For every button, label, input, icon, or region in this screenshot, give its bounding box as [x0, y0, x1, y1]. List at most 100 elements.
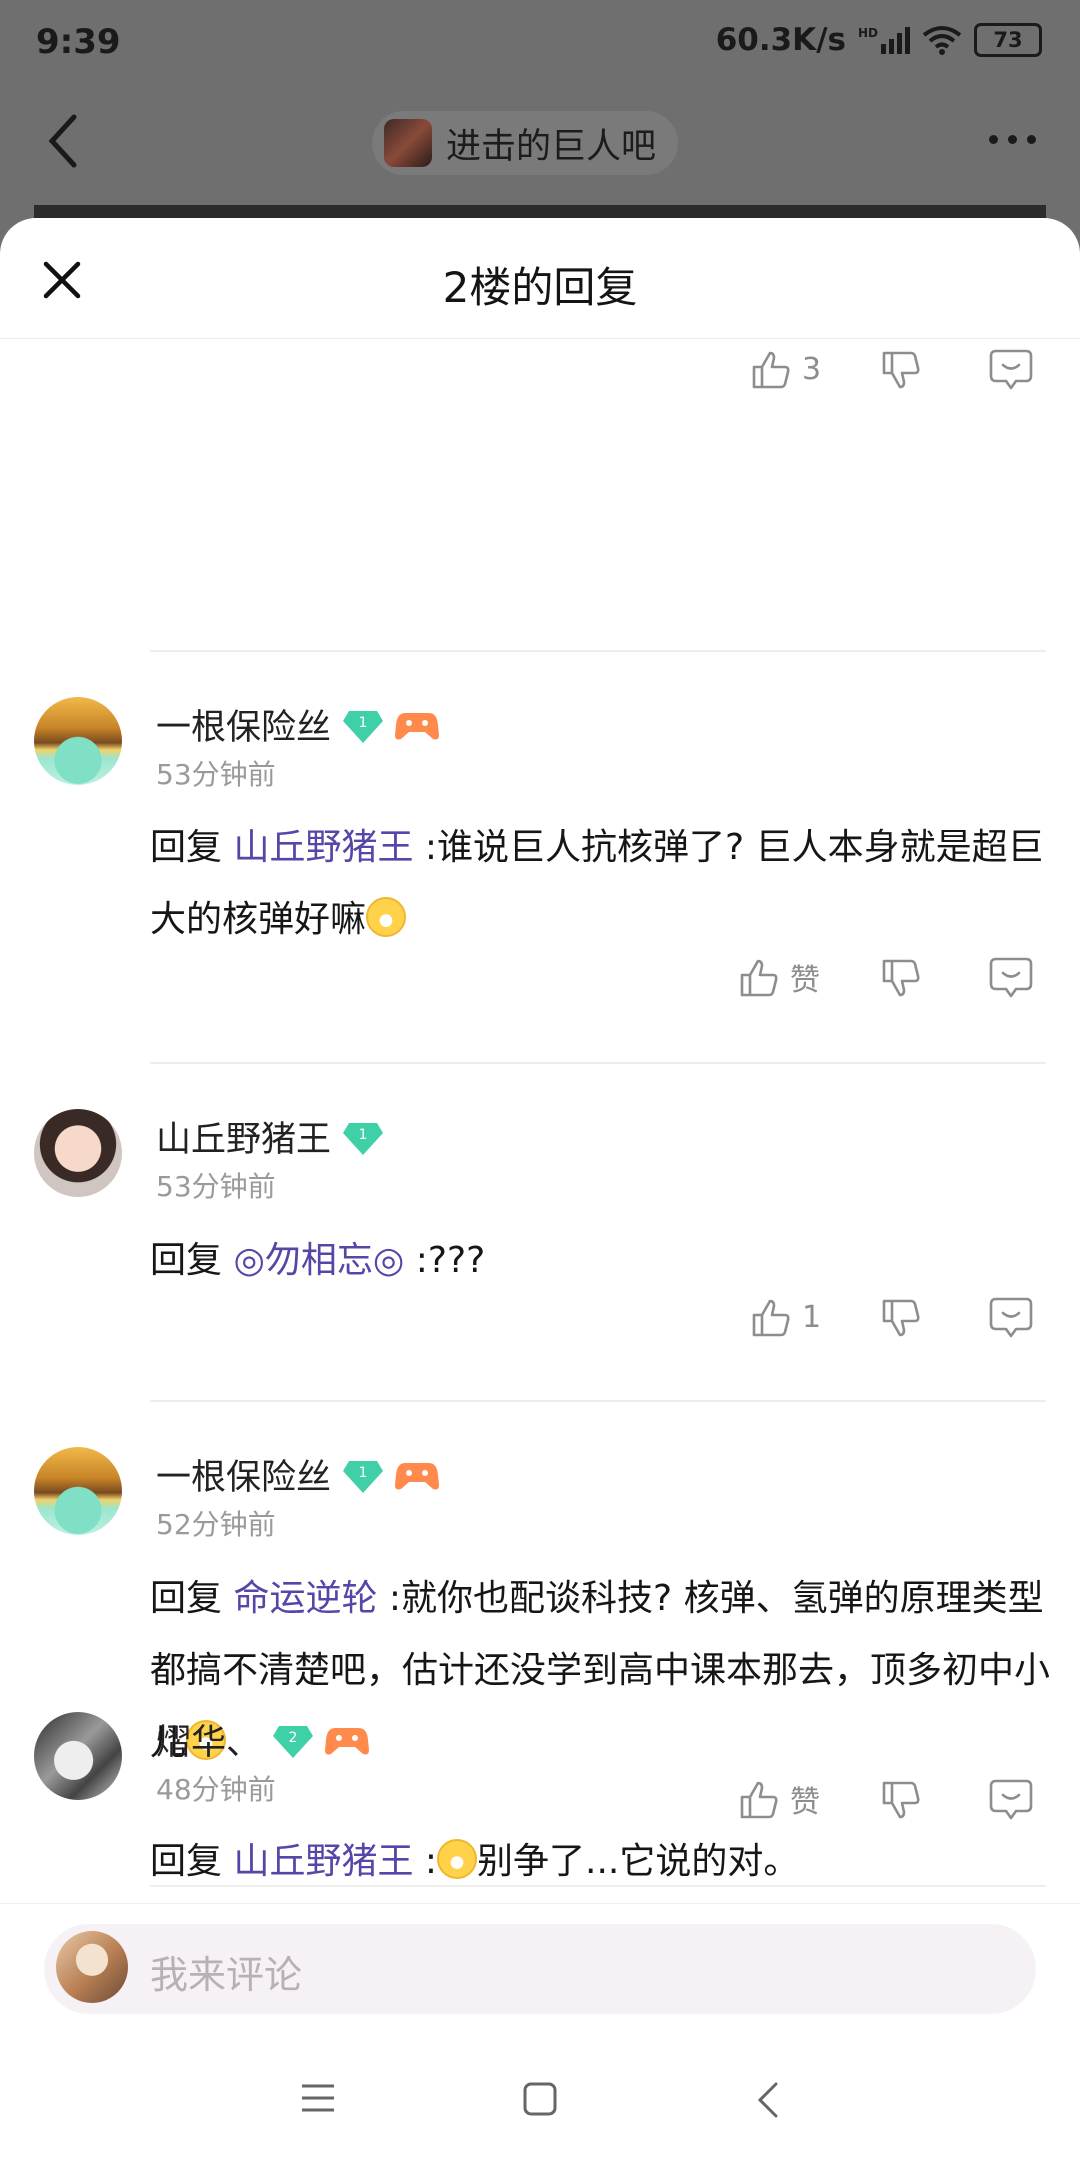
- avatar[interactable]: [34, 1712, 122, 1800]
- reply-prefix: 回复: [150, 827, 234, 868]
- more-icon[interactable]: [989, 135, 1036, 144]
- level-number: 1: [359, 1465, 368, 1481]
- gamepad-icon: [325, 1727, 370, 1754]
- back-nav-icon[interactable]: [756, 2082, 780, 2118]
- like-button[interactable]: 1: [750, 1295, 821, 1339]
- thumbs-up-icon: [740, 959, 778, 997]
- smile-emoji-icon: [437, 1839, 478, 1879]
- status-time: 9:39: [36, 22, 121, 62]
- comment-text: :???: [404, 1240, 486, 1281]
- comment-body: 回复 山丘野猪王 : 别争了...它说的对。: [150, 1839, 800, 1882]
- gamepad-icon: [395, 1462, 440, 1489]
- thumbs-down-icon: [882, 1781, 920, 1819]
- level-badge-icon: 1: [343, 1122, 384, 1155]
- comment-input-bar: 我来评论: [0, 1903, 1080, 2026]
- reply-prefix: 回复: [150, 1578, 234, 1619]
- like-button[interactable]: 赞: [738, 955, 820, 999]
- reply-button[interactable]: [988, 955, 1034, 999]
- forum-avatar: [384, 119, 432, 167]
- comment-time: 52分钟前: [156, 1508, 276, 1541]
- my-avatar: [56, 1931, 128, 2003]
- comment-text: 别争了...它说的对。: [477, 1841, 800, 1882]
- thumbs-down-icon: [882, 351, 920, 389]
- comment-actions: 1: [0, 1295, 1080, 1355]
- network-speed: 60.3K/s: [715, 22, 846, 58]
- thumbs-up-icon: [740, 1781, 778, 1819]
- reply-button[interactable]: [988, 347, 1034, 391]
- comment-time: 53分钟前: [156, 1170, 276, 1203]
- comment-time: 53分钟前: [156, 758, 276, 791]
- like-count: 3: [802, 351, 822, 387]
- level-badge-icon: 1: [343, 1460, 384, 1493]
- status-indicators: 60.3K/s HD 73: [716, 22, 1042, 58]
- like-count: 1: [802, 1299, 822, 1335]
- menu-icon[interactable]: [300, 2082, 336, 2114]
- comment-actions: 3: [0, 347, 1080, 407]
- username[interactable]: 一根保险丝: [156, 699, 331, 750]
- comment-author: 一根保险丝 1: [156, 699, 440, 750]
- like-label: 赞: [790, 1785, 820, 1820]
- system-nav-bar: [0, 2026, 1080, 2158]
- divider: [150, 1062, 1046, 1064]
- comment-body: 回复 山丘野猪王 :谁说巨人抗核弹了? 巨人本身就是超巨大的核弹好嘛: [150, 812, 1050, 956]
- signal-icon: HD: [858, 26, 910, 54]
- level-number: 2: [289, 1730, 298, 1746]
- divider: [150, 650, 1046, 652]
- avatar[interactable]: [34, 1447, 122, 1535]
- username[interactable]: 熠华、: [156, 1714, 261, 1765]
- forum-pill[interactable]: 进击的巨人吧: [372, 111, 679, 175]
- comment-author: 山丘野猪王 1: [156, 1111, 384, 1162]
- top-nav: 进击的巨人吧: [0, 105, 1080, 185]
- comment-icon: [989, 349, 1033, 390]
- avatar[interactable]: [34, 697, 122, 785]
- reply-prefix: 回复: [150, 1841, 234, 1882]
- battery-icon: 73: [974, 23, 1042, 57]
- comment-icon: [989, 1779, 1033, 1820]
- comment-author: 一根保险丝 1: [156, 1449, 440, 1500]
- thumbs-up-icon: [752, 1299, 790, 1337]
- like-label: 赞: [790, 963, 820, 998]
- reply-button[interactable]: [988, 1777, 1034, 1821]
- dislike-button[interactable]: [880, 1777, 924, 1821]
- username[interactable]: 山丘野猪王: [156, 1111, 331, 1162]
- comment-icon: [989, 957, 1033, 998]
- reply-button[interactable]: [988, 1295, 1034, 1339]
- comment-body: 回复 ◎勿相忘◎ :???: [150, 1225, 1050, 1297]
- level-number: 1: [359, 715, 368, 731]
- level-badge-icon: 1: [343, 710, 384, 743]
- wifi-icon: [922, 26, 962, 55]
- thumbs-down-icon: [882, 1299, 920, 1337]
- dislike-button[interactable]: [880, 1295, 924, 1339]
- comment-actions: 赞: [0, 955, 1080, 1015]
- thumbs-down-icon: [882, 959, 920, 997]
- like-button[interactable]: 赞: [738, 1777, 820, 1821]
- thumbs-up-icon: [752, 351, 790, 389]
- comment-author: 熠华、 2: [156, 1714, 370, 1765]
- status-bar: 9:39 60.3K/s HD 73: [0, 0, 1080, 90]
- network-type: HD: [857, 26, 878, 40]
- mention-link[interactable]: 山丘野猪王: [233, 1841, 413, 1882]
- dislike-button[interactable]: [880, 955, 924, 999]
- comment-icon: [989, 1297, 1033, 1338]
- reply-prefix: 回复: [150, 1240, 234, 1281]
- grin-emoji-icon: [366, 897, 407, 937]
- level-number: 1: [359, 1127, 368, 1143]
- like-button[interactable]: 3: [750, 347, 821, 391]
- mention-link[interactable]: 命运逆轮: [233, 1578, 377, 1619]
- mention-link[interactable]: 山丘野猪王: [233, 827, 413, 868]
- mention-link[interactable]: ◎勿相忘◎: [233, 1240, 404, 1281]
- back-icon[interactable]: [44, 111, 84, 171]
- reply-list[interactable]: 3 一根保险丝 1 53分钟前 回复 山丘野猪王 :谁说巨人抗核弹了? 巨人本身…: [0, 339, 1080, 1899]
- sheet-header: 2楼的回复: [0, 218, 1080, 339]
- divider: [150, 1400, 1046, 1402]
- level-badge-icon: 2: [273, 1725, 314, 1758]
- avatar[interactable]: [34, 1109, 122, 1197]
- username[interactable]: 一根保险丝: [156, 1449, 331, 1500]
- comment-time: 48分钟前: [156, 1773, 276, 1806]
- comment-placeholder[interactable]: 我来评论: [150, 1944, 302, 1999]
- replies-sheet: 2楼的回复 3 一根保险丝 1 53分钟前 回复 山丘野猪王:谁说巨人抗核弹了…: [0, 218, 1080, 1940]
- forum-name: 进击的巨人吧: [446, 126, 657, 167]
- home-icon[interactable]: [523, 2082, 557, 2116]
- dislike-button[interactable]: [880, 347, 924, 391]
- gamepad-icon: [395, 712, 440, 739]
